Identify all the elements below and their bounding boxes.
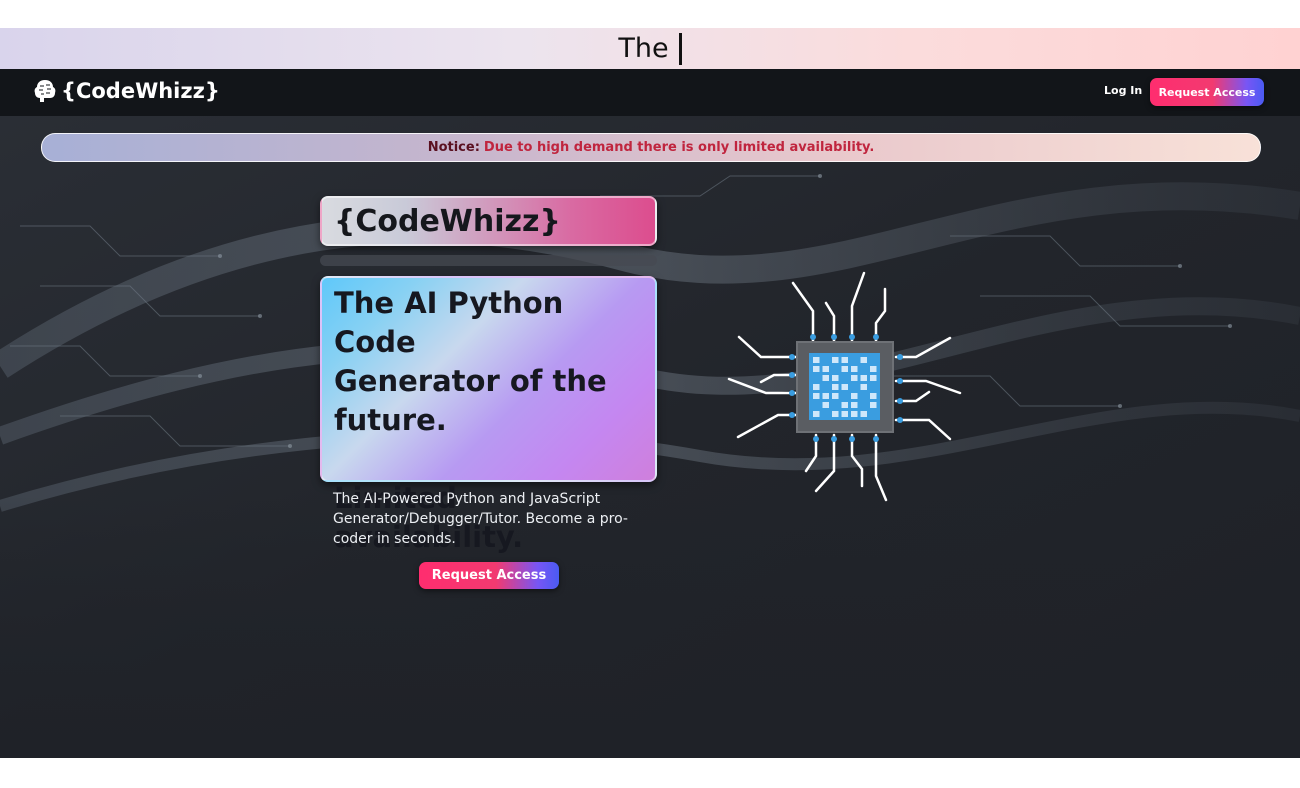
headline-line: Generator of the [334, 364, 607, 398]
chip-cell [860, 357, 867, 363]
chip-cell [841, 357, 848, 363]
navbar: {CodeWhizz} Log In Request Access [0, 69, 1300, 116]
nav-request-access-button[interactable]: Request Access [1150, 78, 1264, 106]
chip-cell [851, 393, 858, 399]
hero-logo-box: {CodeWhizz} [320, 196, 657, 246]
chip-cell [851, 402, 858, 408]
brain-icon [34, 80, 56, 102]
headline-line: The AI Python Code [334, 286, 564, 359]
hero-headline-box: The AI Python Code Generator of the futu… [320, 276, 657, 554]
app-viewport: {CodeWhizz} Log In Request Access Notice… [0, 69, 1300, 758]
chip-cell [813, 384, 820, 390]
chip-cell [832, 375, 839, 381]
chip-cell [860, 411, 867, 417]
chip-cell [870, 375, 877, 381]
chip-cell [832, 357, 839, 363]
headline-line: future. [334, 403, 447, 437]
chip-cell [822, 366, 829, 372]
chip-cell [822, 402, 829, 408]
chip-cell [841, 366, 848, 372]
notice-label: Notice: [427, 140, 480, 155]
chip-cell [832, 384, 839, 390]
hero-description: The AI-Powered Python and JavaScript Gen… [333, 491, 628, 547]
hero-logo-text: {CodeWhizz} [334, 203, 561, 239]
typing-cursor [678, 32, 682, 65]
brand-name: {CodeWhizz} [61, 79, 220, 103]
chip-cell [870, 366, 877, 372]
cpu-chip-icon [727, 271, 962, 502]
chip-cell [851, 375, 858, 381]
chip-cell [832, 411, 839, 417]
chip-cell [851, 411, 858, 417]
chip-cell [841, 411, 848, 417]
chip-cell [851, 366, 858, 372]
chip-cell [813, 366, 820, 372]
chip-cell [841, 402, 848, 408]
hero-request-access-button[interactable]: Request Access [419, 562, 559, 589]
chip-cell [822, 375, 829, 381]
chip-cell [870, 402, 877, 408]
chip-cell [813, 411, 820, 417]
chip-cell [813, 393, 820, 399]
brand-logo[interactable]: {CodeWhizz} [33, 78, 220, 104]
notice-text: Due to high demand there is only limited… [483, 140, 875, 155]
chip-cell [822, 393, 829, 399]
chip-cell [870, 393, 877, 399]
typing-banner: The [0, 28, 1300, 69]
typing-text: The [618, 33, 669, 64]
chip-cell [841, 384, 848, 390]
chip-cell [813, 357, 820, 363]
chip-cell [832, 393, 839, 399]
headline-spacer [334, 440, 643, 479]
notice-banner: Notice: Due to high demand there is only… [41, 133, 1261, 162]
login-button[interactable]: Log In [1098, 83, 1148, 98]
chip-cell [860, 375, 867, 381]
chip-cell [860, 384, 867, 390]
hero-divider [320, 255, 657, 266]
